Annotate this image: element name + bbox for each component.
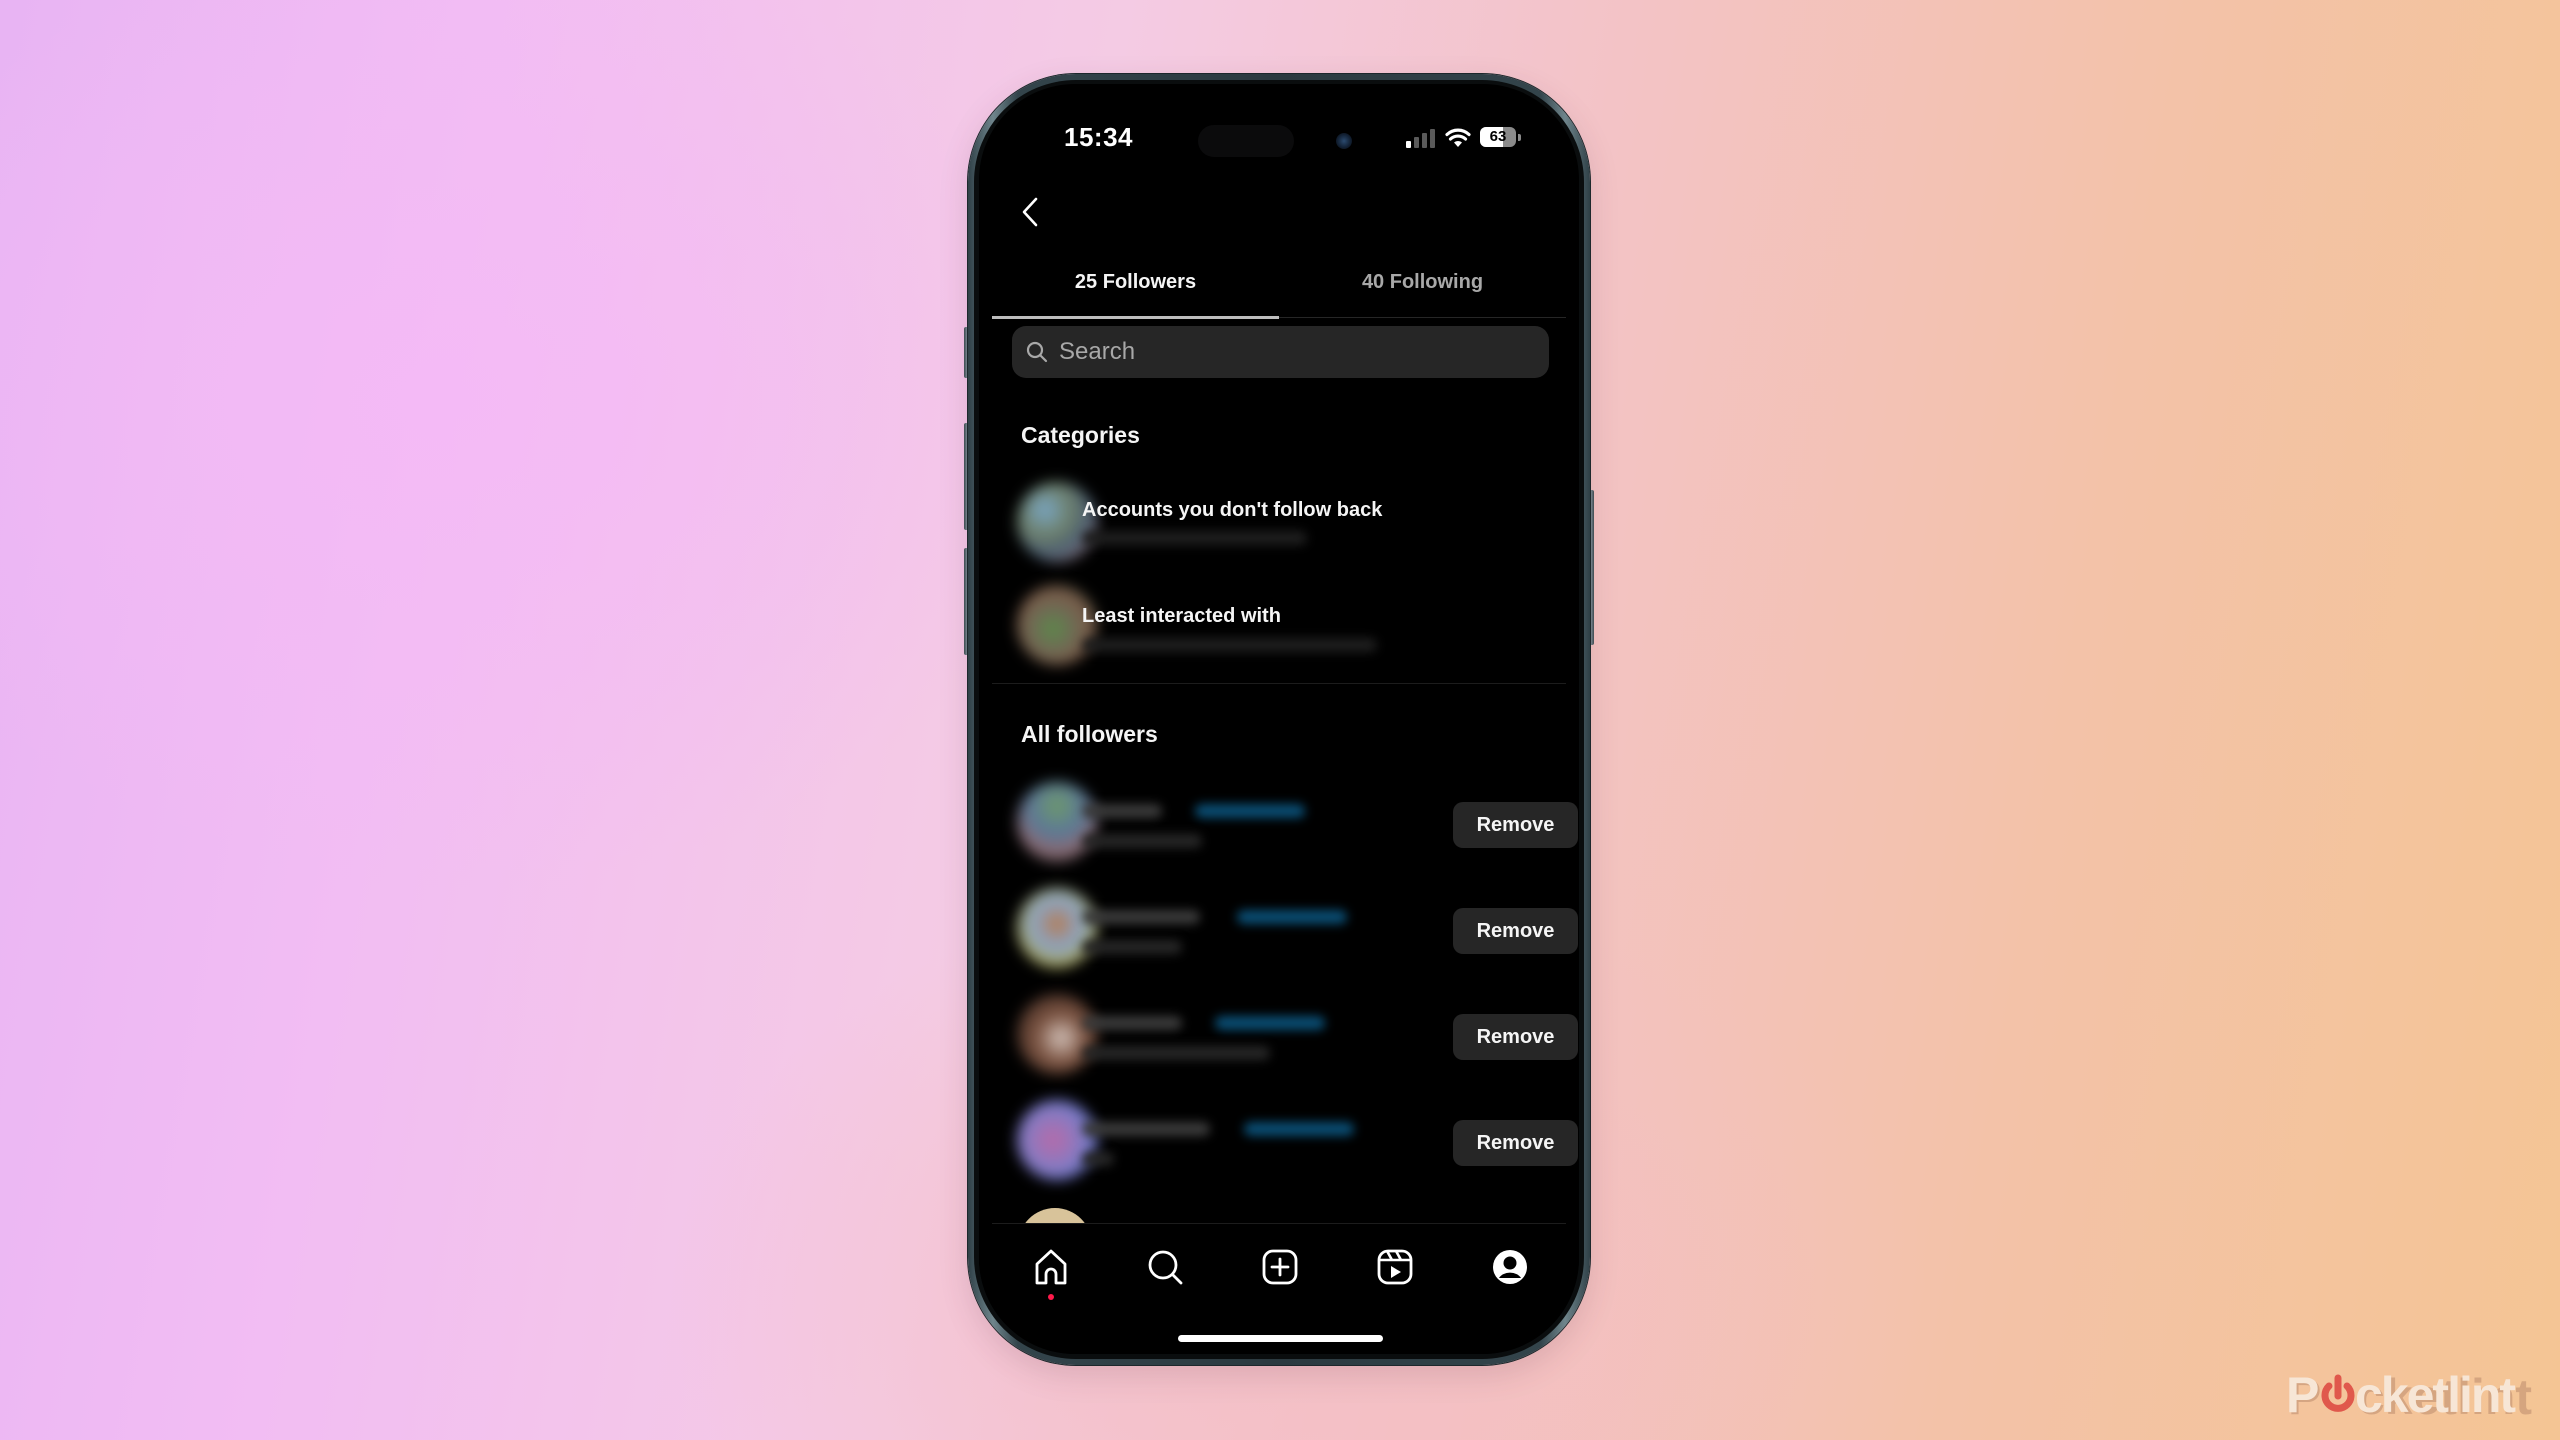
follower-row[interactable]: Remove	[1012, 994, 1579, 1084]
follow-tabs: 25 Followers 40 Following	[992, 248, 1566, 319]
follow-back-link-blurred[interactable]	[1244, 1122, 1354, 1136]
pocketlint-watermark: P P cketlint cketlint	[2286, 1367, 2532, 1425]
follower-avatar	[1017, 1100, 1097, 1180]
power-icon	[2321, 1374, 2355, 1412]
dynamic-island	[1198, 125, 1294, 157]
category-item[interactable]: Least interacted with	[1012, 584, 1552, 674]
follower-username-blurred	[1082, 910, 1200, 924]
search-icon	[1026, 341, 1048, 363]
follower-username-blurred	[1082, 1016, 1182, 1030]
follower-row[interactable]: Remove	[1012, 888, 1579, 978]
status-time: 15:34	[1064, 122, 1133, 152]
follower-row[interactable]: Remove	[1012, 1100, 1579, 1190]
follower-name-blurred	[1082, 1046, 1270, 1060]
follower-username-blurred	[1082, 1122, 1210, 1136]
category-label: Least interacted with	[1082, 605, 1281, 627]
chevron-left-icon[interactable]	[1019, 196, 1041, 228]
follow-back-link-blurred[interactable]	[1215, 1016, 1325, 1030]
reels-icon[interactable]	[1373, 1245, 1417, 1289]
phone-screen: 15:34 63 25 Followers 40 Following Searc…	[979, 84, 1579, 1354]
home-icon[interactable]	[1029, 1245, 1073, 1289]
category-subtitle-blurred	[1082, 638, 1377, 652]
follower-avatar	[1017, 994, 1097, 1074]
category-label: Accounts you don't follow back	[1082, 499, 1383, 521]
search-placeholder: Search	[1059, 338, 1136, 365]
follower-avatar	[1017, 782, 1097, 862]
follower-name-blurred	[1082, 940, 1182, 954]
remove-follower-button[interactable]: Remove	[1453, 1120, 1578, 1166]
follower-name-blurred	[1082, 1152, 1114, 1166]
category-item[interactable]: Accounts you don't follow back	[1012, 479, 1552, 569]
remove-follower-button[interactable]: Remove	[1453, 1014, 1578, 1060]
remove-follower-button[interactable]: Remove	[1453, 908, 1578, 954]
cellular-signal-icon	[1406, 129, 1435, 148]
profile-icon[interactable]	[1488, 1245, 1532, 1289]
bottom-nav	[979, 1223, 1579, 1354]
search-icon[interactable]	[1143, 1245, 1187, 1289]
search-input[interactable]: Search	[1012, 326, 1549, 378]
follower-avatar	[1017, 888, 1097, 968]
section-divider	[992, 683, 1566, 684]
nav-divider	[992, 1223, 1566, 1224]
battery-nub	[1518, 134, 1521, 141]
active-tab-indicator	[992, 316, 1279, 319]
follower-row[interactable]: Remove	[1012, 782, 1579, 872]
follower-username-blurred	[1082, 804, 1162, 818]
front-camera	[1336, 133, 1352, 149]
all-followers-heading: All followers	[1021, 721, 1158, 747]
category-avatar	[1017, 482, 1097, 562]
remove-follower-button[interactable]: Remove	[1453, 802, 1578, 848]
battery-indicator: 63	[1480, 127, 1516, 147]
notification-dot	[1048, 1294, 1054, 1300]
home-indicator[interactable]	[1178, 1335, 1383, 1342]
watermark-text: cketlint	[2355, 1367, 2516, 1423]
follow-back-link-blurred[interactable]	[1237, 910, 1347, 924]
follow-back-link-blurred[interactable]	[1195, 804, 1305, 818]
categories-heading: Categories	[1021, 422, 1140, 448]
tab-followers[interactable]: 25 Followers	[992, 248, 1279, 316]
battery-percent: 63	[1489, 128, 1507, 145]
wifi-icon	[1445, 128, 1471, 147]
tab-following[interactable]: 40 Following	[1279, 248, 1566, 316]
category-subtitle-blurred	[1082, 531, 1307, 545]
watermark-letter-p: P	[2286, 1367, 2319, 1423]
create-post-icon[interactable]	[1258, 1245, 1302, 1289]
follower-name-blurred	[1082, 834, 1202, 848]
